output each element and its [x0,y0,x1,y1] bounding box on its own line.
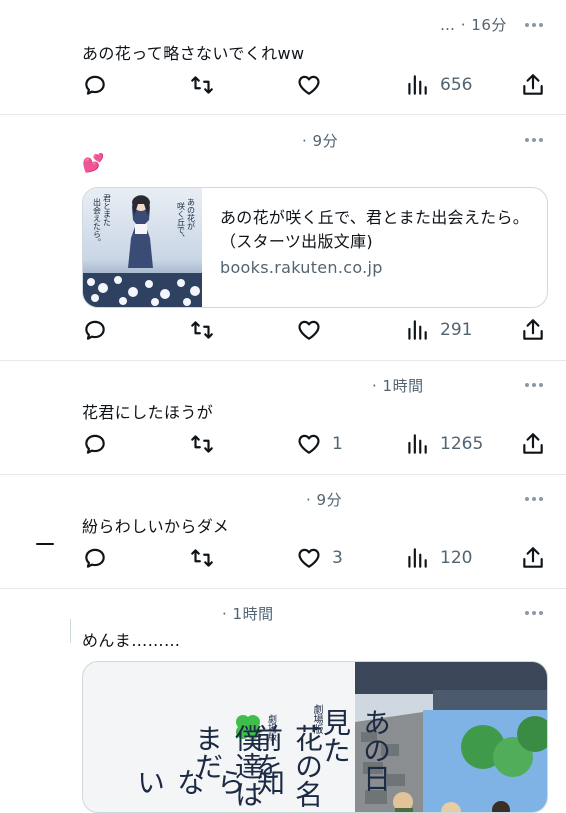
svg-text:あの花が: あの花が [187,198,196,230]
tweet-meta: · 9分 [306,491,343,509]
share-icon [523,433,543,454]
share-icon [523,547,543,568]
views-button[interactable]: 120 [404,543,472,573]
view-count: 120 [440,548,473,568]
reply-button[interactable] [82,429,108,459]
action-bar: 656 [82,70,546,100]
tweet-2[interactable]: · 9分 💕 あの花が 咲く丘で、 君とまた 出会えたら。 あの花が咲く丘で、君… [0,115,566,361]
like-button[interactable] [296,315,332,345]
views-button[interactable]: 1265 [404,429,483,459]
view-count: 656 [440,75,473,95]
tweet-text: 花君にしたほうが [82,403,214,422]
action-bar: 1 1265 [82,429,546,459]
avatar-edge [36,543,54,545]
reply-icon [85,320,105,340]
reply-button[interactable] [82,70,108,100]
like-button[interactable]: 3 [296,543,343,573]
reply-button[interactable] [82,315,108,345]
more-icon[interactable] [522,494,546,504]
reply-icon [85,75,105,95]
svg-text:出会えたら。: 出会えたら。 [93,197,102,246]
card-title: あの花が咲く丘で、君とまた出会えたら。 （スターツ出版文庫) [220,208,535,251]
media-image[interactable]: 劇場版 あの日見た 花の名前を 僕達はまだ 知らない 劇場版 [82,661,548,813]
share-button[interactable] [520,70,546,100]
more-icon[interactable] [522,608,546,618]
like-icon [298,548,320,568]
tweet-meta: · 1時間 [372,377,424,395]
tweet-1[interactable]: … · 16分 あの花って略さないでくれww 656 [0,0,566,115]
share-icon [523,319,543,340]
like-icon [298,320,320,340]
movie-title-col4: 知らない [133,768,286,796]
reply-icon [85,434,105,454]
tweet-3[interactable]: · 1時間 花君にしたほうが 1 1265 [0,361,566,475]
tweet-text: 紛らわしいからダメ [82,517,230,536]
views-icon [408,548,427,568]
card-domain: books.rakuten.co.jp [220,258,383,277]
timeline: … · 16分 あの花って略さないでくれww 656 · 9分 💕 あの花が 咲… [0,0,566,813]
like-icon [298,75,320,95]
tweet-4[interactable]: · 9分 紛らわしいからダメ 3 120 [0,475,566,589]
two-hearts-emoji: 💕 [82,153,105,174]
views-button[interactable]: 291 [404,315,472,345]
views-button[interactable]: 656 [404,70,472,100]
tweet-meta: … · 16分 [440,16,507,34]
action-bar: 3 120 [82,543,546,573]
svg-text:君とまた: 君とまた [103,194,112,226]
tweet-text: めんま……… [82,631,181,650]
thread-line [70,619,71,643]
tweet-5[interactable]: · 1時間 めんま……… 劇場版 あの日見た 花の名前を 僕達はまだ 知らない … [0,589,566,813]
share-button[interactable] [520,429,546,459]
retweet-icon [191,321,213,339]
retweet-button[interactable] [189,429,215,459]
retweet-icon [191,549,213,567]
view-count: 1265 [440,434,484,454]
like-count: 3 [332,548,343,568]
more-icon[interactable] [522,20,546,30]
views-icon [408,434,427,454]
svg-text:咲く丘で、: 咲く丘で、 [177,201,186,242]
retweet-icon [191,435,213,453]
more-icon[interactable] [522,135,546,145]
views-icon [408,320,427,340]
reply-icon [85,548,105,568]
action-bar: 291 [82,315,546,345]
tweet-meta: · 9分 [302,132,339,150]
like-button[interactable] [296,70,332,100]
share-button[interactable] [520,543,546,573]
retweet-button[interactable] [189,315,215,345]
movie-title-col1: あの日見た [319,708,392,792]
book-cover-image: あの花が 咲く丘で、 君とまた 出会えたら。 [83,188,202,307]
more-icon[interactable] [522,380,546,390]
tweet-meta: · 1時間 [222,605,274,623]
retweet-icon [191,76,213,94]
movie-label: 劇場版 [311,704,322,734]
like-icon [298,434,320,454]
reply-button[interactable] [82,543,108,573]
like-button[interactable]: 1 [296,429,343,459]
share-icon [523,74,543,95]
link-card[interactable]: あの花が 咲く丘で、 君とまた 出会えたら。 あの花が咲く丘で、君とまた出会えた… [82,187,548,308]
tweet-text: あの花って略さないでくれww [82,44,305,63]
retweet-button[interactable] [189,70,215,100]
share-button[interactable] [520,315,546,345]
views-icon [408,75,427,95]
retweet-button[interactable] [189,543,215,573]
like-count: 1 [332,434,343,454]
view-count: 291 [440,320,473,340]
